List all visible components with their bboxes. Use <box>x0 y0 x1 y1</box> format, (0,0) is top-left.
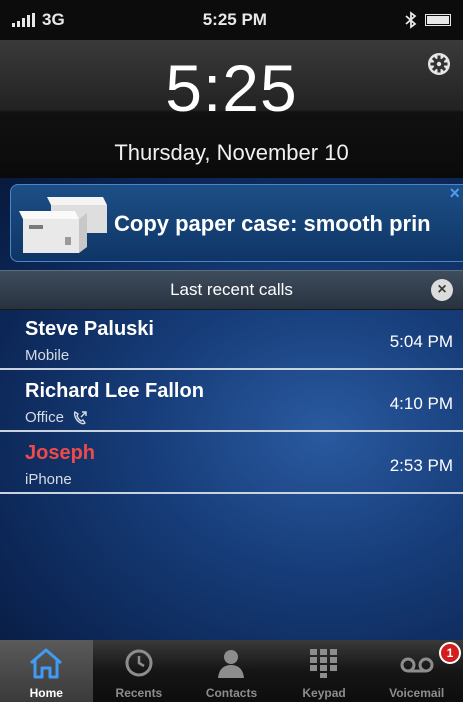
keypad-icon <box>310 649 338 678</box>
gear-icon[interactable] <box>427 52 451 76</box>
close-icon[interactable]: × <box>431 279 453 301</box>
paper-box-image <box>19 197 107 253</box>
ad-text: Copy paper case: smooth prin <box>114 211 431 236</box>
status-bar: 3G 5:25 PM <box>0 0 463 40</box>
tab-recents[interactable]: Recents <box>93 640 186 702</box>
call-time: 4:10 PM <box>389 394 453 413</box>
call-type: iPhone <box>25 471 72 488</box>
large-clock: 5:25 <box>165 51 298 125</box>
tab-label: Voicemail <box>389 686 445 700</box>
ad-banner[interactable]: Copy paper case: smooth prin × <box>10 184 463 262</box>
tab-voicemail[interactable]: 1 Voicemail <box>370 640 463 702</box>
date-label: Thursday, November 10 <box>114 140 349 165</box>
phone-forward-icon <box>73 410 87 424</box>
voicemail-badge: 1 <box>438 642 461 664</box>
status-left: 3G <box>12 10 65 30</box>
ad-close-icon[interactable]: × <box>449 185 460 204</box>
caller-name: Richard Lee Fallon <box>25 380 204 402</box>
call-type: Mobile <box>25 347 69 364</box>
tab-label: Recents <box>115 686 163 700</box>
call-time: 5:04 PM <box>389 332 453 351</box>
call-type-label: Mobile <box>25 347 70 364</box>
home-icon <box>30 648 63 679</box>
recent-calls-header: Last recent calls × <box>0 270 463 310</box>
clock-icon <box>125 649 153 677</box>
call-time: 2:53 PM <box>389 456 453 475</box>
tab-label: Contacts <box>205 686 258 700</box>
lock-clock-panel: 5:25 Thursday, November 10 <box>0 40 463 178</box>
tab-contacts[interactable]: Contacts <box>185 640 278 702</box>
tab-keypad[interactable]: Keypad <box>278 640 371 702</box>
call-row[interactable]: Richard Lee Fallon Office 4:10 PM <box>0 372 463 432</box>
status-time: 5:25 PM <box>202 10 267 29</box>
caller-name: Steve Paluski <box>25 318 154 340</box>
call-type-label: Office <box>25 409 64 426</box>
recent-calls-title: Last recent calls <box>170 280 293 299</box>
call-row[interactable]: Steve Paluski Mobile 5:04 PM <box>0 310 463 370</box>
status-right <box>405 11 451 29</box>
carrier-label: 3G <box>42 10 65 29</box>
signal-icon <box>12 13 35 27</box>
voicemail-icon <box>400 657 434 673</box>
person-icon <box>218 650 245 678</box>
main-area: Copy paper case: smooth prin × Last rece… <box>0 178 463 640</box>
call-row[interactable]: Joseph iPhone 2:53 PM <box>0 434 463 494</box>
tab-label: Keypad <box>302 686 346 700</box>
bluetooth-icon <box>405 11 417 29</box>
call-type: Office <box>25 409 88 426</box>
caller-name: Joseph <box>25 442 96 464</box>
battery-icon <box>425 14 451 26</box>
tab-bar: Home Recents Contacts Keypad 1 Voicemail <box>0 640 463 702</box>
tab-home[interactable]: Home <box>0 640 93 702</box>
call-type-label: iPhone <box>25 471 72 488</box>
tab-label: Home <box>29 686 63 700</box>
